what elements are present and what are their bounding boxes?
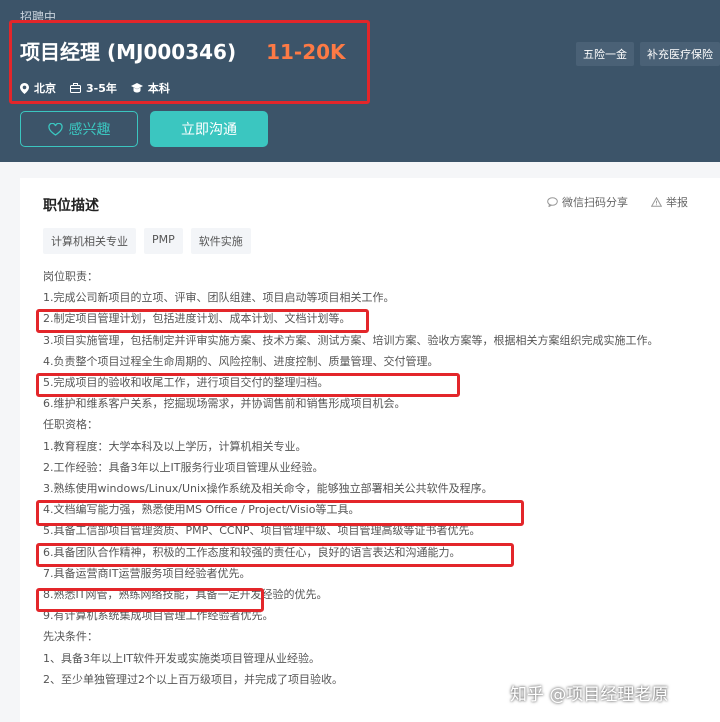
skill-tag: 计算机相关专业 — [43, 228, 136, 254]
warning-icon — [651, 197, 662, 207]
benefit-tag: 补充医疗保险 — [640, 42, 720, 66]
job-description-card: 职位描述 微信扫码分享 举报 计算机相关专业 PMP 软件实施 岗位职责： 1.… — [20, 178, 720, 722]
description-line: 1.完成公司新项目的立项、评审、团队组建、项目启动等项目相关工作。 — [43, 291, 395, 305]
wechat-share-link[interactable]: 微信扫码分享 — [547, 194, 628, 210]
section-title: 职位描述 — [43, 198, 99, 214]
highlight-box-line-lifecycle — [36, 373, 460, 397]
description-line: 先决条件： — [43, 630, 98, 644]
interest-button[interactable]: 感兴趣 — [20, 111, 138, 147]
benefit-tags: 五险一金 补充医疗保险 — [576, 42, 720, 66]
skill-tag: 软件实施 — [190, 228, 251, 254]
description-line: 4.负责整个项目过程全生命周期的、风险控制、进度控制、质量管理、交付管理。 — [43, 354, 439, 368]
chat-bubble-icon — [547, 197, 558, 207]
description-line: 1.教育程度：大学本科及以上学历，计算机相关专业。 — [43, 439, 307, 453]
skill-tags: 计算机相关专业 PMP 软件实施 — [43, 228, 251, 254]
description-line: 1、具备3年以上IT软件开发或实施类项目管理从业经验。 — [43, 651, 320, 665]
chat-button[interactable]: 立即沟通 — [150, 111, 268, 147]
description-line: 3.熟练使用windows/Linux/Unix操作系统及相关命令，能够独立部署… — [43, 482, 493, 496]
highlight-box-line-cert — [36, 543, 514, 567]
report-link[interactable]: 举报 — [651, 194, 688, 210]
interest-button-label: 感兴趣 — [68, 122, 111, 138]
description-line: 岗位职责： — [43, 270, 98, 283]
zhihu-watermark: 知乎 @项目经理老原 — [510, 685, 669, 705]
highlight-box-line-plan — [36, 309, 369, 333]
highlight-box-line-telecom — [36, 588, 264, 612]
report-label: 举报 — [666, 196, 688, 209]
heart-icon — [47, 122, 63, 136]
skill-tag: PMP — [144, 228, 183, 254]
title-highlight-box — [9, 20, 370, 104]
job-header: 招聘中 项目经理 (MJ000346) 11-20K 北京 3-5年 本科 五险… — [0, 0, 720, 162]
benefit-tag: 五险一金 — [576, 42, 634, 66]
share-label: 微信扫码分享 — [562, 196, 628, 209]
description-line: 2.工作经验：具备3年以上IT服务行业项目管理从业经验。 — [43, 460, 324, 474]
description-line: 任职资格： — [43, 418, 98, 432]
highlight-box-line-os — [36, 500, 524, 526]
